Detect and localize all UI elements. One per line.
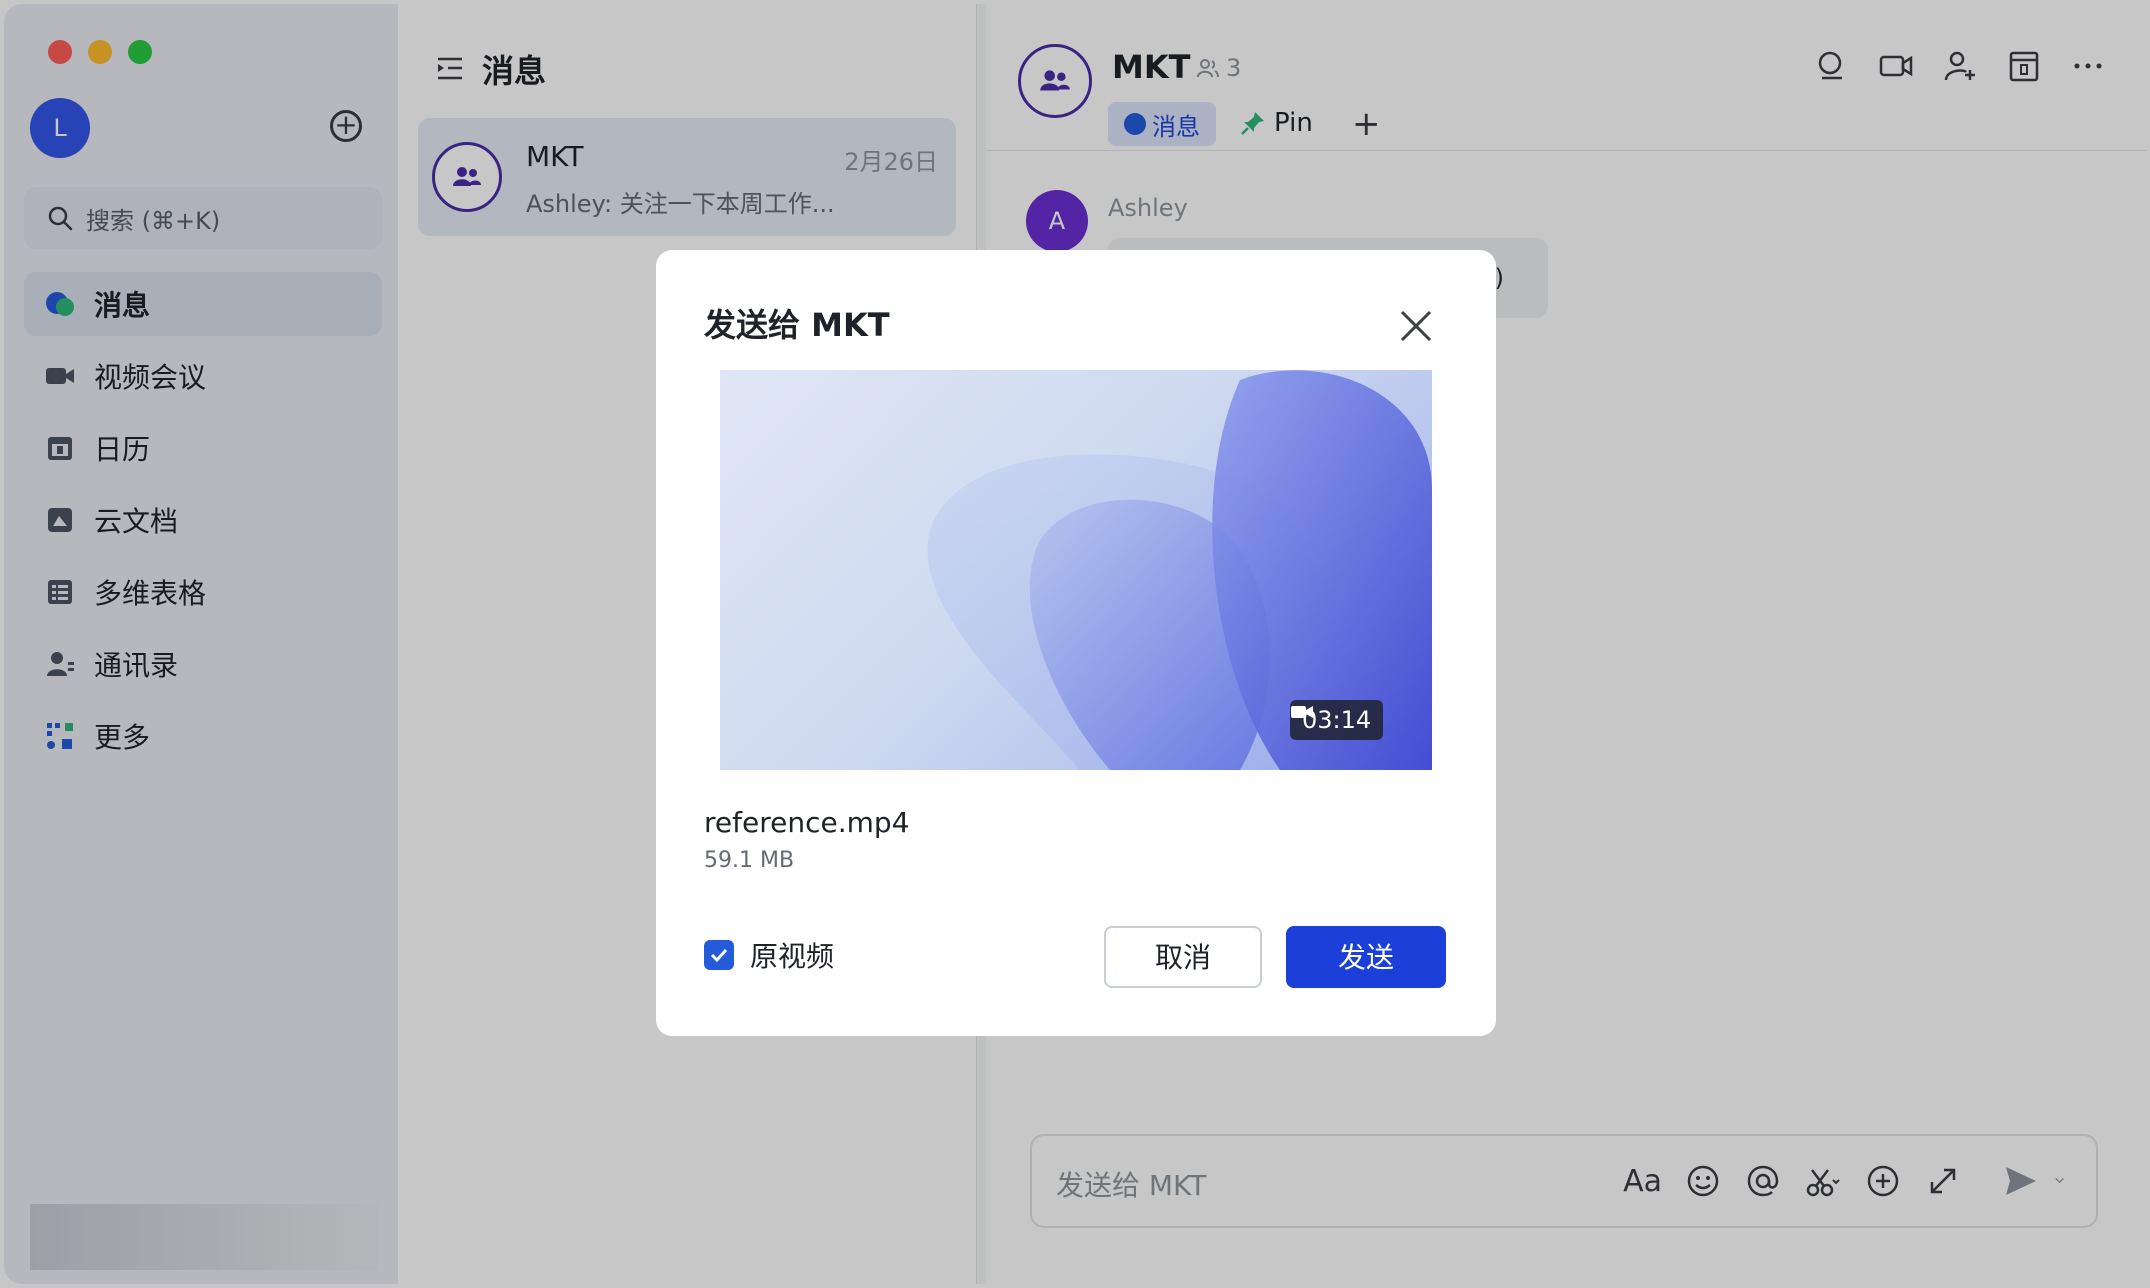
file-size: 59.1 MB: [704, 848, 795, 873]
original-video-label: 原视频: [750, 940, 835, 973]
cancel-button[interactable]: 取消: [1104, 926, 1262, 988]
file-name: reference.mp4: [704, 806, 910, 839]
send-file-dialog: 发送给 MKT 03:14 reference.mp4 59.1 MB 原视频 …: [656, 250, 1496, 1036]
original-video-option[interactable]: 原视频: [692, 922, 860, 988]
video-camera-icon: [1291, 706, 1313, 718]
original-video-checkbox[interactable]: [704, 940, 734, 970]
video-thumbnail[interactable]: 03:14: [720, 370, 1432, 770]
send-button[interactable]: 发送: [1286, 926, 1446, 988]
dialog-title: 发送给 MKT: [704, 306, 890, 344]
close-icon[interactable]: [1396, 306, 1436, 346]
video-duration-badge: 03:14: [1290, 700, 1384, 740]
checkmark-icon: [710, 948, 728, 963]
